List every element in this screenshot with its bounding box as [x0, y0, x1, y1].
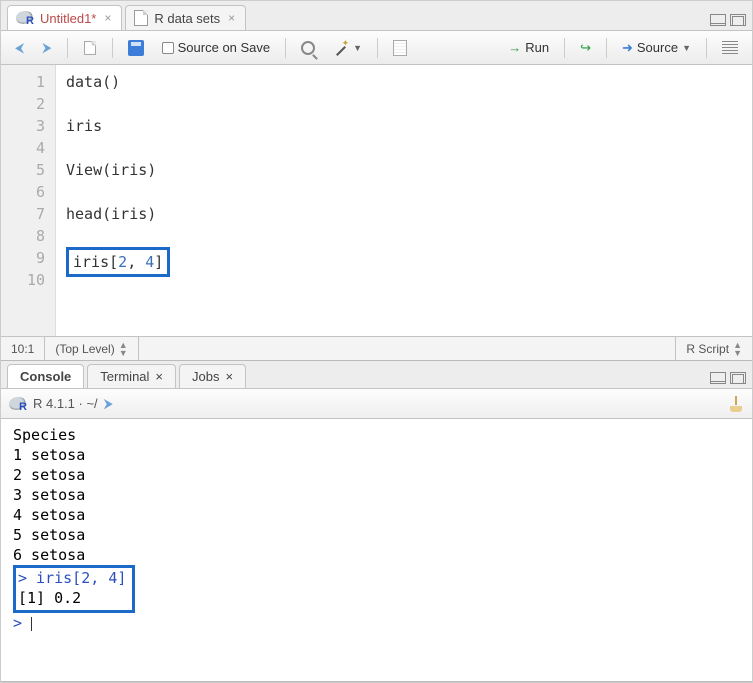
source-button[interactable]: ➜ Source ▼: [616, 37, 697, 59]
r-logo-icon: [9, 397, 27, 411]
run-button[interactable]: → Run: [502, 37, 555, 58]
close-icon[interactable]: ×: [228, 11, 235, 25]
caret-down-icon: ▼: [353, 43, 362, 53]
editor-tabbar: Untitled1* × R data sets ×: [1, 1, 752, 31]
search-icon: [301, 41, 315, 55]
console-info-bar: R 4.1.1 · ~/ ⮞: [1, 389, 752, 419]
separator: [112, 38, 113, 58]
console-output[interactable]: Species1 setosa2 setosa3 setosa4 setosa5…: [1, 419, 752, 681]
forward-button[interactable]: ⮞: [36, 37, 57, 59]
code-area[interactable]: data() iris View(iris) head(iris) iris[2…: [56, 65, 752, 336]
separator: [377, 38, 378, 58]
save-button[interactable]: [122, 37, 150, 59]
separator: [67, 38, 68, 58]
file-icon: [134, 10, 148, 26]
close-icon[interactable]: ×: [225, 369, 233, 384]
find-button[interactable]: [295, 38, 321, 58]
source-on-save-label: Source on Save: [178, 40, 271, 55]
pane-window-controls: [710, 372, 746, 388]
caret-down-icon: ▼: [682, 43, 691, 53]
file-type-selector[interactable]: R Script▲▼: [675, 337, 752, 360]
tab-terminal[interactable]: Terminal ×: [87, 364, 176, 388]
tab-label: R data sets: [154, 11, 220, 26]
tab-label: Console: [20, 369, 71, 384]
tab-console[interactable]: Console: [7, 364, 84, 388]
save-icon: [128, 40, 144, 56]
code-tools-button[interactable]: ▼: [327, 37, 368, 59]
compile-report-button[interactable]: [387, 37, 413, 59]
source-editor-pane: Untitled1* × R data sets × ⮜ ⮞ Source on…: [1, 1, 752, 361]
r-version-label: R 4.1.1 · ~/: [33, 396, 98, 411]
minimize-pane-icon[interactable]: [710, 372, 726, 384]
pane-window-controls: [710, 14, 746, 30]
rerun-icon: ↪: [580, 40, 591, 56]
tab-label: Untitled1*: [40, 11, 96, 26]
separator: [285, 38, 286, 58]
goto-dir-icon[interactable]: ⮞: [104, 396, 113, 412]
separator: [564, 38, 565, 58]
separator: [606, 38, 607, 58]
source-arrow-icon: ➜: [622, 40, 633, 56]
separator: [706, 38, 707, 58]
clear-console-icon[interactable]: [728, 396, 744, 412]
tab-r-data-sets[interactable]: R data sets ×: [125, 5, 246, 30]
outline-button[interactable]: [716, 38, 744, 58]
source-label: Source: [637, 40, 678, 55]
console-pane: Console Terminal × Jobs × R 4.1.1 · ~/ ⮞ S…: [1, 361, 752, 682]
outline-icon: [722, 41, 738, 55]
maximize-pane-icon[interactable]: [730, 14, 746, 26]
line-gutter: 12345678910: [1, 65, 56, 336]
close-icon[interactable]: ×: [104, 11, 111, 25]
close-icon[interactable]: ×: [155, 369, 163, 384]
show-in-new-window-button[interactable]: [77, 37, 103, 59]
back-button[interactable]: ⮜: [9, 37, 30, 59]
r-logo-icon: [16, 11, 34, 25]
scope-selector[interactable]: (Top Level)▲▼: [45, 337, 138, 360]
tab-label: Terminal: [100, 369, 149, 384]
console-tabbar: Console Terminal × Jobs ×: [1, 361, 752, 389]
notebook-icon: [393, 40, 407, 56]
tab-untitled1[interactable]: Untitled1* ×: [7, 5, 122, 30]
tab-label: Jobs: [192, 369, 219, 384]
tab-jobs[interactable]: Jobs ×: [179, 364, 246, 388]
cursor-position: 10:1: [1, 337, 45, 360]
source-on-save-toggle[interactable]: Source on Save: [156, 37, 277, 58]
run-arrow-icon: →: [508, 40, 521, 55]
rerun-button[interactable]: ↪: [574, 37, 597, 59]
editor-toolbar: ⮜ ⮞ Source on Save ▼ → Run ↪ ➜ Source ▼: [1, 31, 752, 65]
wand-icon: [333, 40, 349, 56]
run-label: Run: [525, 40, 549, 55]
minimize-pane-icon[interactable]: [710, 14, 726, 26]
checkbox-icon: [162, 42, 174, 54]
editor-statusbar: 10:1 (Top Level)▲▼ R Script▲▼: [1, 336, 752, 360]
editor-body[interactable]: 12345678910 data() iris View(iris) head(…: [1, 65, 752, 336]
maximize-pane-icon[interactable]: [730, 372, 746, 384]
